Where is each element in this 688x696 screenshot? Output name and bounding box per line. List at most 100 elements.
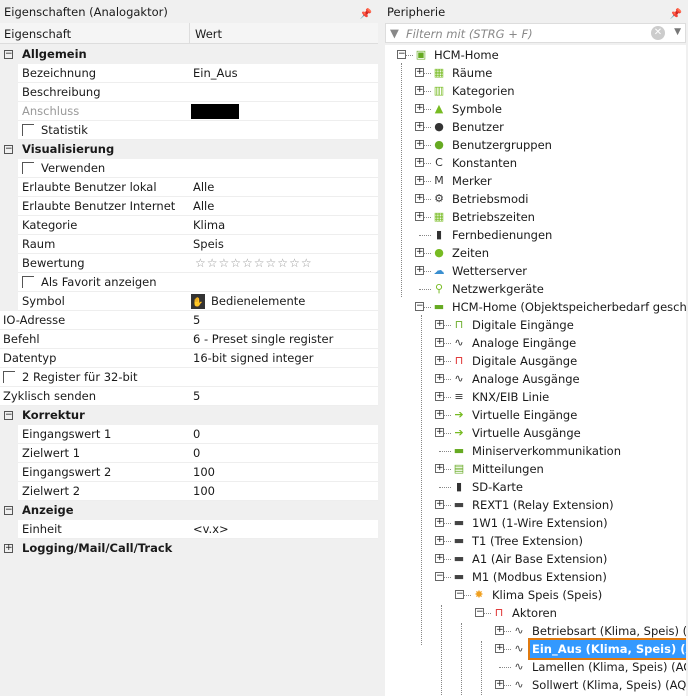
expand-icon[interactable]: + <box>435 518 444 527</box>
tree-node[interactable]: ▮ SD-Karte <box>385 478 686 496</box>
collapse-icon[interactable]: − <box>4 145 13 154</box>
collapse-icon[interactable]: − <box>4 50 13 59</box>
expand-icon[interactable]: + <box>435 320 444 329</box>
tree-node[interactable]: + ● Zeiten <box>385 244 686 262</box>
property-row[interactable]: Kategorie Klima <box>0 216 378 235</box>
property-row[interactable]: Zielwert 1 0 <box>0 444 378 463</box>
tree-node-label[interactable]: A1 (Air Base Extension) <box>470 550 609 568</box>
tree-node[interactable]: + ≡ KNX/EIB Linie <box>385 388 686 406</box>
expand-icon[interactable]: + <box>435 500 444 509</box>
property-row[interactable]: 2 Register für 32-bit <box>0 368 378 387</box>
tree-node-label[interactable]: Konstanten <box>450 154 519 172</box>
tree-node[interactable]: + ▤ Mitteilungen <box>385 460 686 478</box>
property-row[interactable]: Zyklisch senden 5 <box>0 387 378 406</box>
tree-node-label[interactable]: 1W1 (1-Wire Extension) <box>470 514 610 532</box>
tree-node[interactable]: − ✸ Klima Speis (Speis) <box>385 586 686 604</box>
tree-node[interactable]: + ∿ Sollwert (Klima, Speis) (AQ) <box>385 676 686 694</box>
tree-node-label[interactable]: REXT1 (Relay Extension) <box>470 496 616 514</box>
tree-node[interactable]: ∿ Lamellen (Klima, Speis) (AQ) <box>385 658 686 676</box>
expand-icon[interactable]: + <box>435 464 444 473</box>
tree-node-label[interactable]: Aktoren <box>510 604 559 622</box>
tree-node-label[interactable]: HCM-Home (Objektspeicherbedarf geschätzt <box>450 298 686 316</box>
tree-node[interactable]: − ⊓ Aktoren <box>385 604 686 622</box>
tree-node[interactable]: + ▦ Betriebszeiten <box>385 208 686 226</box>
tree-node[interactable]: + ▬ REXT1 (Relay Extension) <box>385 496 686 514</box>
tree-node[interactable]: + ⊓ Digitale Eingänge <box>385 316 686 334</box>
property-row[interactable]: Zielwert 2 100 <box>0 482 378 501</box>
tree-node-label[interactable]: Virtuelle Ausgänge <box>470 424 583 442</box>
property-row[interactable]: Einheit <v.x> <box>0 520 378 539</box>
property-row[interactable]: Bezeichnung Ein_Aus <box>0 64 378 83</box>
property-value[interactable]: Klima <box>193 216 225 235</box>
property-value[interactable]: Alle <box>193 197 214 216</box>
collapse-icon[interactable]: − <box>397 50 406 59</box>
tree-node[interactable]: + ▬ T1 (Tree Extension) <box>385 532 686 550</box>
tree-node-label[interactable]: Digitale Eingänge <box>470 316 576 334</box>
expand-icon[interactable]: + <box>415 86 424 95</box>
property-row[interactable]: − Korrektur <box>0 406 378 425</box>
property-value[interactable]: 5 <box>193 311 200 330</box>
tree-node[interactable]: + ➔ Virtuelle Eingänge <box>385 406 686 424</box>
tree-node-label[interactable]: Wetterserver <box>450 262 529 280</box>
property-value[interactable]: 0 <box>193 444 200 463</box>
property-value[interactable]: Alle <box>193 178 214 197</box>
expand-icon[interactable]: + <box>495 644 504 653</box>
property-value[interactable]: <v.x> <box>193 520 229 539</box>
expand-icon[interactable]: + <box>415 248 424 257</box>
checkbox[interactable] <box>22 162 34 174</box>
property-value[interactable]: 6 - Preset single register <box>193 330 333 349</box>
tree-node[interactable]: + ● Benutzer <box>385 118 686 136</box>
tree-node-label[interactable]: Merker <box>450 172 494 190</box>
property-row[interactable]: Eingangswert 2 100 <box>0 463 378 482</box>
tree-node-label[interactable]: Symbole <box>450 100 504 118</box>
tree-node[interactable]: + ∿ Analoge Eingänge <box>385 334 686 352</box>
tree-node[interactable]: + ∿ Betriebsart (Klima, Speis) (AQ) <box>385 622 686 640</box>
tree-node[interactable]: − ▬ HCM-Home (Objektspeicherbedarf geschät… <box>385 298 686 316</box>
expand-icon[interactable]: + <box>435 338 444 347</box>
tree-node[interactable]: + M Merker <box>385 172 686 190</box>
expand-icon[interactable]: + <box>495 626 504 635</box>
tree-node-label[interactable]: Fernbedienungen <box>450 226 554 244</box>
collapse-icon[interactable]: − <box>4 506 13 515</box>
tree-node-label[interactable]: T1 (Tree Extension) <box>470 532 585 550</box>
expand-icon[interactable]: + <box>435 374 444 383</box>
property-row[interactable]: − Visualisierung <box>0 140 378 159</box>
tree-node-label[interactable]: Miniserverkommunikation <box>470 442 623 460</box>
expand-icon[interactable]: + <box>435 410 444 419</box>
expand-icon[interactable]: + <box>415 212 424 221</box>
tree-node-label[interactable]: Benutzer <box>450 118 506 136</box>
tree-node[interactable]: + C Konstanten <box>385 154 686 172</box>
collapse-icon[interactable]: − <box>435 572 444 581</box>
tree-node-label[interactable]: Lamellen (Klima, Speis) (AQ) <box>530 658 686 676</box>
tree-node[interactable]: + ▲ Symbole <box>385 100 686 118</box>
property-row[interactable]: Symbol ✋ Bedienelemente <box>0 292 378 311</box>
property-value[interactable]: 16-bit signed integer <box>193 349 313 368</box>
collapse-icon[interactable]: − <box>475 608 484 617</box>
checkbox[interactable] <box>22 276 34 288</box>
collapse-icon[interactable]: + <box>4 544 13 553</box>
tree-node[interactable]: + ▬ A1 (Air Base Extension) <box>385 550 686 568</box>
property-value[interactable]: 5 <box>193 387 200 406</box>
tree-node-label[interactable]: SD-Karte <box>470 478 525 496</box>
expand-icon[interactable]: + <box>415 194 424 203</box>
tree-node-label[interactable]: M1 (Modbus Extension) <box>470 568 609 586</box>
expand-icon[interactable]: + <box>435 392 444 401</box>
property-row[interactable]: Beschreibung <box>0 83 378 102</box>
column-separator[interactable] <box>189 23 190 44</box>
expand-icon[interactable]: + <box>435 536 444 545</box>
tree-node-label[interactable]: Analoge Ausgänge <box>470 370 582 388</box>
expand-icon[interactable]: + <box>435 356 444 365</box>
collapse-icon[interactable]: − <box>415 302 424 311</box>
tree-node-label[interactable]: Betriebsmodi <box>450 190 531 208</box>
tree-node[interactable]: − ▣ HCM-Home <box>385 46 686 64</box>
tree-node[interactable]: + ▥ Kategorien <box>385 82 686 100</box>
tree-node[interactable]: ▬ Miniserverkommunikation <box>385 442 686 460</box>
tree-node-label[interactable]: Virtuelle Eingänge <box>470 406 579 424</box>
expand-icon[interactable]: + <box>435 554 444 563</box>
property-row[interactable]: − Allgemein <box>0 45 378 64</box>
tree-node[interactable]: + ➔ Virtuelle Ausgänge <box>385 424 686 442</box>
property-row[interactable]: Anschluss <box>0 102 378 121</box>
tree-node-label[interactable]: Kategorien <box>450 82 517 100</box>
property-row[interactable]: Verwenden <box>0 159 378 178</box>
tree-node-label[interactable]: Analoge Eingänge <box>470 334 578 352</box>
